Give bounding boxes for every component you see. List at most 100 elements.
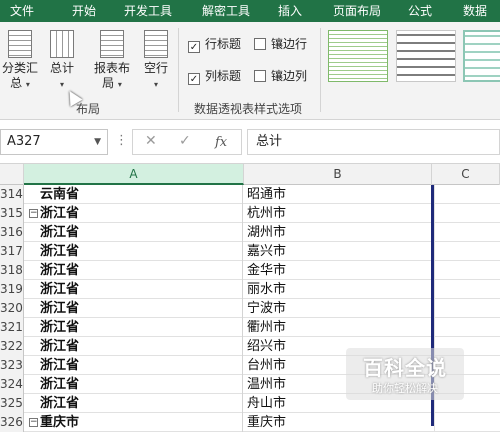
cell-city[interactable]: 嘉兴市 <box>244 242 431 261</box>
formula-buttons: ✕ ✓ fx <box>132 129 242 155</box>
group-separator <box>320 28 321 112</box>
enter-icon[interactable]: ✓ <box>179 133 191 149</box>
blank-rows-button[interactable]: 空行 ▾ <box>140 30 172 92</box>
cell-province[interactable]: 浙江省 <box>24 299 243 318</box>
ribbon-panel: 分类汇 总 ▾ 总计 ▾ 报表布 局 ▾ 空行 ▾ 布局 ✓ 行标题 镶边行 ✓ 列… <box>0 22 500 120</box>
group-separator <box>178 28 179 112</box>
cell-province[interactable]: 浙江省 <box>24 318 243 337</box>
row-header[interactable]: 314 <box>0 185 24 204</box>
tab-page-layout[interactable]: 页面布局 <box>322 0 392 22</box>
row-header[interactable]: 326 <box>0 413 24 432</box>
row-header[interactable]: 315 <box>0 204 24 223</box>
cell-empty[interactable] <box>434 413 500 432</box>
column-header-c[interactable]: C <box>432 164 500 185</box>
row-header[interactable]: 321 <box>0 318 24 337</box>
cell-city[interactable]: 丽水市 <box>244 280 431 299</box>
cell-province[interactable]: 浙江省 <box>24 394 243 413</box>
layout-group-label: 布局 <box>76 102 101 116</box>
pivot-style-thumbnail[interactable] <box>328 30 388 82</box>
tab-developer[interactable]: 开发工具 <box>112 0 184 22</box>
col-headers-checkbox[interactable]: ✓ 列标题 <box>188 68 242 85</box>
blank-rows-icon <box>144 30 168 58</box>
check-icon: ✓ <box>188 73 200 85</box>
watermark: 百科全说 助你轻松解决 <box>346 348 464 400</box>
tab-decrypt-tools[interactable]: 解密工具 <box>190 0 262 22</box>
row-header[interactable]: 323 <box>0 356 24 375</box>
col-headers-label: 列标题 <box>205 69 242 83</box>
tab-home[interactable]: 开始 <box>60 0 108 22</box>
cell-empty[interactable] <box>434 242 500 261</box>
name-box[interactable]: A327 ▼ <box>0 129 108 155</box>
report-layout-button[interactable]: 报表布 局 ▾ <box>92 30 132 92</box>
cell-province[interactable]: − 浙江省 <box>24 204 243 223</box>
column-header-bar: A B C <box>0 163 500 185</box>
row-header[interactable]: 322 <box>0 337 24 356</box>
tab-insert[interactable]: 插入 <box>268 0 312 22</box>
tab-data[interactable]: 数据 <box>450 0 500 22</box>
cell-province-text: 浙江省 <box>40 358 80 373</box>
ribbon-tab-bar: 文件 开始 开发工具 解密工具 插入 页面布局 公式 数据 <box>0 0 500 22</box>
cell-empty[interactable] <box>434 280 500 299</box>
cell-province[interactable]: 浙江省 <box>24 356 243 375</box>
banded-rows-label: 镶边行 <box>271 37 308 51</box>
cell-province[interactable]: 浙江省 <box>24 223 243 242</box>
cell-city[interactable]: 杭州市 <box>244 204 431 223</box>
tab-formulas[interactable]: 公式 <box>398 0 442 22</box>
chevron-down-icon: ▾ <box>117 80 122 89</box>
cell-province-text: 浙江省 <box>40 263 80 278</box>
cell-province-text: 浙江省 <box>40 244 80 259</box>
cell-city[interactable]: 金华市 <box>244 261 431 280</box>
cell-city[interactable]: 重庆市 <box>244 413 431 432</box>
row-header[interactable]: 316 <box>0 223 24 242</box>
more-icon[interactable]: ⋮ <box>115 133 128 148</box>
pivot-style-thumbnail-selected[interactable] <box>463 30 500 82</box>
cell-city[interactable]: 昭通市 <box>244 185 431 204</box>
banded-cols-label: 镶边列 <box>271 69 308 83</box>
row-header[interactable]: 324 <box>0 375 24 394</box>
watermark-title: 百科全说 <box>363 356 447 380</box>
column-header-b[interactable]: B <box>244 164 432 185</box>
cell-empty[interactable] <box>434 223 500 242</box>
collapse-icon[interactable]: − <box>29 209 38 218</box>
insert-function-icon[interactable]: fx <box>215 135 227 150</box>
column-header-a[interactable]: A <box>24 164 244 185</box>
row-headers-checkbox[interactable]: ✓ 行标题 <box>188 36 241 53</box>
cell-province[interactable]: 云南省 <box>24 185 243 204</box>
table-row: 318 浙江省 金华市 <box>0 261 500 280</box>
cell-empty[interactable] <box>434 299 500 318</box>
pivot-style-thumbnail[interactable] <box>396 30 456 82</box>
cell-empty[interactable] <box>434 204 500 223</box>
select-all-corner[interactable] <box>0 164 24 185</box>
subtotals-label-2: 总 <box>10 76 23 90</box>
chevron-down-icon[interactable]: ▼ <box>94 130 101 154</box>
cell-city[interactable]: 衢州市 <box>244 318 431 337</box>
table-row: 319 浙江省 丽水市 <box>0 280 500 299</box>
cell-empty[interactable] <box>434 261 500 280</box>
cell-empty[interactable] <box>434 185 500 204</box>
banded-cols-checkbox[interactable]: 镶边列 <box>254 68 307 84</box>
cell-city[interactable]: 宁波市 <box>244 299 431 318</box>
grand-totals-button[interactable]: 总计 ▾ <box>46 30 78 92</box>
cell-empty[interactable] <box>434 318 500 337</box>
row-header[interactable]: 319 <box>0 280 24 299</box>
cancel-icon[interactable]: ✕ <box>145 133 157 149</box>
row-header[interactable]: 320 <box>0 299 24 318</box>
cell-province[interactable]: − 重庆市 <box>24 413 243 432</box>
cell-province[interactable]: 浙江省 <box>24 375 243 394</box>
cell-province[interactable]: 浙江省 <box>24 337 243 356</box>
cell-province[interactable]: 浙江省 <box>24 280 243 299</box>
row-header[interactable]: 317 <box>0 242 24 261</box>
subtotals-label: 分类汇 <box>1 61 38 75</box>
formula-input[interactable]: 总计 <box>247 129 500 155</box>
name-box-value: A327 <box>7 134 41 149</box>
row-header[interactable]: 325 <box>0 394 24 413</box>
cell-province[interactable]: 浙江省 <box>24 242 243 261</box>
table-row: 321 浙江省 衢州市 <box>0 318 500 337</box>
tab-file[interactable]: 文件 <box>0 0 44 22</box>
cell-city[interactable]: 湖州市 <box>244 223 431 242</box>
subtotals-button[interactable]: 分类汇 总 ▾ <box>0 30 40 92</box>
banded-rows-checkbox[interactable]: 镶边行 <box>254 36 307 52</box>
row-header[interactable]: 318 <box>0 261 24 280</box>
cell-province[interactable]: 浙江省 <box>24 261 243 280</box>
report-layout-label-2: 局 <box>102 76 115 90</box>
